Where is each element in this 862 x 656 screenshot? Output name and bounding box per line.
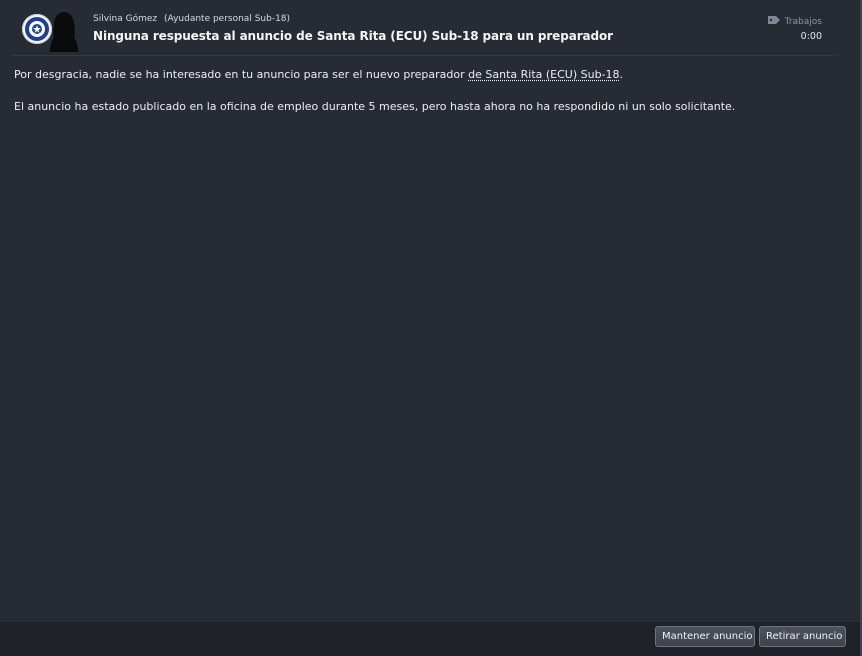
inbox-message-panel: Silvina Gómez (Ayudante personal Sub-18)… (0, 0, 862, 656)
club-link[interactable]: de Santa Rita (ECU) Sub-18 (468, 68, 619, 81)
tag-icon (767, 16, 780, 27)
message-header: Silvina Gómez (Ayudante personal Sub-18)… (0, 0, 860, 56)
message-category: Trabajos (767, 16, 822, 27)
body-paragraph-2: El anuncio ha estado publicado en la ofi… (14, 100, 736, 113)
body-paragraph-1: Por desgracia, nadie se ha interesado en… (14, 68, 834, 82)
message-body: Por desgracia, nadie se ha interesado en… (14, 68, 834, 132)
category-label: Trabajos (784, 16, 822, 27)
message-time: 0:00 (800, 31, 822, 42)
withdraw-advert-button[interactable]: Retirar anuncio (759, 626, 846, 647)
keep-advert-button[interactable]: Mantener anuncio (655, 626, 755, 647)
sender-role: (Ayudante personal Sub-18) (164, 14, 291, 24)
body-p1-end: . (619, 68, 624, 81)
action-bar: Mantener anuncio Retirar anuncio (0, 622, 860, 656)
message-subject: Ninguna respuesta al anuncio de Santa Ri… (93, 29, 613, 43)
sender-line[interactable]: Silvina Gómez (Ayudante personal Sub-18) (93, 14, 290, 24)
header-divider (12, 55, 834, 56)
sender-name[interactable]: Silvina Gómez (93, 14, 157, 24)
body-p1-text: Por desgracia, nadie se ha interesado en… (14, 68, 469, 81)
sender-avatar[interactable] (46, 10, 82, 52)
